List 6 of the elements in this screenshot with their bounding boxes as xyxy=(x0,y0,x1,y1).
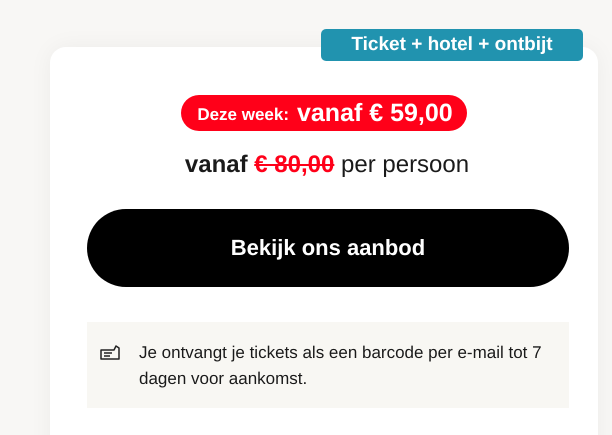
package-badge: Ticket + hotel + ontbijt xyxy=(321,29,583,61)
info-text: Je ontvangt je tickets als een barcode per e-mail tot 7 dagen voor aankomst. xyxy=(139,342,543,390)
offer-button[interactable]: Bekijk ons aanbod xyxy=(87,209,569,287)
ticket-icon xyxy=(99,344,121,362)
deal-badge: Deze week: vanaf € 59,00 xyxy=(181,95,467,131)
price-text: vanaf € 80,00 per persoon xyxy=(184,151,470,179)
